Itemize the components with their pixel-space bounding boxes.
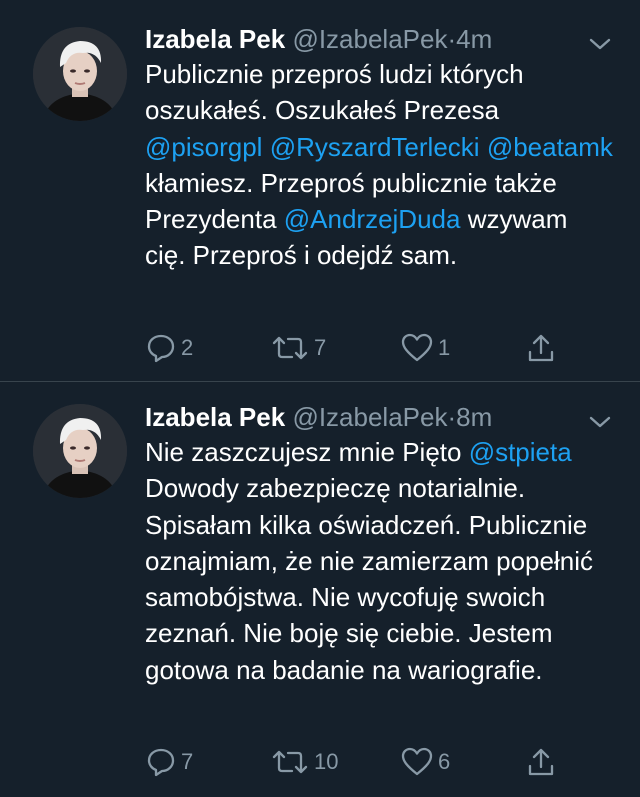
mention-link[interactable]: @RyszardTerlecki bbox=[270, 132, 480, 162]
tweet-actions: 7 10 6 bbox=[145, 744, 585, 780]
author-handle[interactable]: @IzabelaPek bbox=[292, 402, 447, 432]
mention-link[interactable]: @beatamk bbox=[487, 132, 613, 162]
mention-link[interactable]: @stpieta bbox=[469, 437, 572, 467]
tweet[interactable]: Izabela Pek @IzabelaPek·4m Publicznie pr… bbox=[0, 0, 640, 382]
tweet-header: Izabela Pek @IzabelaPek·8m bbox=[145, 400, 492, 434]
tweet[interactable]: Izabela Pek @IzabelaPek·8m Nie zaszczuje… bbox=[0, 382, 640, 797]
heart-icon bbox=[401, 747, 433, 776]
reply-count: 2 bbox=[181, 335, 194, 360]
tweet-text-segment bbox=[480, 132, 487, 162]
author-name[interactable]: Izabela Pek bbox=[145, 24, 285, 54]
reply-count: 7 bbox=[181, 749, 194, 774]
tweet-text-segment: Nie zaszczujesz mnie Pięto bbox=[145, 437, 469, 467]
retweet-icon bbox=[272, 336, 308, 360]
reply-icon bbox=[147, 334, 175, 363]
mention-link[interactable]: @pisorgpl bbox=[145, 132, 262, 162]
retweet-count: 7 bbox=[314, 335, 327, 360]
tweet-text: Nie zaszczujesz mnie Pięto @stpieta Dowo… bbox=[145, 434, 615, 688]
avatar[interactable] bbox=[33, 404, 127, 498]
retweet-button[interactable]: 7 bbox=[270, 330, 326, 366]
retweet-button[interactable]: 10 bbox=[270, 744, 338, 780]
tweet-text-segment: Dowody zabezpieczę notarialnie. Spisałam… bbox=[145, 473, 593, 685]
reply-button[interactable]: 2 bbox=[145, 330, 193, 366]
avatar[interactable] bbox=[33, 27, 127, 121]
separator-dot: · bbox=[447, 402, 457, 432]
timestamp[interactable]: 4m bbox=[456, 24, 492, 54]
chevron-down-icon[interactable] bbox=[588, 36, 612, 52]
mention-link[interactable]: @AndrzejDuda bbox=[284, 204, 461, 234]
share-icon bbox=[528, 334, 554, 362]
share-button[interactable] bbox=[525, 744, 557, 780]
reply-button[interactable]: 7 bbox=[145, 744, 193, 780]
heart-icon bbox=[401, 333, 433, 362]
reply-icon bbox=[147, 748, 175, 777]
retweet-icon bbox=[272, 750, 308, 774]
chevron-down-icon[interactable] bbox=[588, 414, 612, 430]
author-name[interactable]: Izabela Pek bbox=[145, 402, 285, 432]
separator-dot: · bbox=[447, 24, 457, 54]
author-handle[interactable]: @IzabelaPek bbox=[292, 24, 447, 54]
tweet-text: Publicznie przeproś ludzi których oszuka… bbox=[145, 56, 615, 274]
tweet-header: Izabela Pek @IzabelaPek·4m bbox=[145, 22, 492, 56]
share-icon bbox=[528, 748, 554, 776]
tweet-text-segment: Publicznie przeproś ludzi których oszuka… bbox=[145, 59, 524, 126]
like-button[interactable]: 1 bbox=[400, 330, 450, 366]
retweet-count: 10 bbox=[314, 749, 339, 774]
share-button[interactable] bbox=[525, 330, 557, 366]
like-button[interactable]: 6 bbox=[400, 744, 450, 780]
like-count: 6 bbox=[438, 749, 451, 774]
like-count: 1 bbox=[438, 335, 451, 360]
tweet-actions: 2 7 1 bbox=[145, 330, 585, 366]
timestamp[interactable]: 8m bbox=[456, 402, 492, 432]
tweet-text-segment bbox=[262, 132, 269, 162]
